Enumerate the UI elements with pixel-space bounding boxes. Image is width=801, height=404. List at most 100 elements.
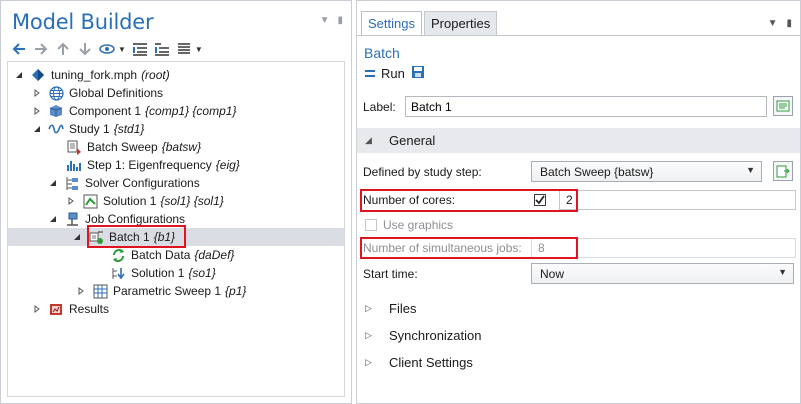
model-file-icon (30, 67, 46, 83)
globe-icon (48, 85, 64, 101)
pane-menu-icon[interactable]: ▼ (768, 18, 778, 29)
tree-item-tag: {std1} (113, 122, 145, 136)
start-time-row: Start time: Now ▼ (363, 263, 794, 285)
tree-item-batch-solution-1[interactable]: Solution 1 {so1} (110, 264, 216, 282)
number-of-cores-input[interactable]: 2 (559, 190, 796, 210)
dropdown-value: Now (540, 266, 565, 281)
tree-item-label: Component 1 (69, 104, 142, 118)
run-button[interactable]: Run (381, 66, 405, 81)
tree-item-batch-1[interactable]: Batch 1 {b1} (8, 228, 344, 246)
collapse-toggle-icon[interactable] (48, 178, 58, 188)
collapse-all-icon[interactable] (132, 41, 148, 57)
tree-item-tag: {batsw} (161, 140, 202, 154)
tree-item-component-1[interactable]: Component 1 {comp1} {comp1} (32, 102, 236, 120)
model-builder-toolbar: ▼ ▼ (11, 39, 203, 59)
number-of-cores-value: 2 (566, 193, 573, 207)
expand-arrow-icon: ▷ (365, 357, 372, 367)
start-time-dropdown[interactable]: Now ▼ (531, 263, 794, 284)
label-input[interactable] (405, 96, 767, 117)
tree-item-label: Results (69, 302, 110, 316)
tree-item-results[interactable]: Results (32, 300, 113, 318)
section-general[interactable]: ◢ General (357, 128, 800, 153)
label-details-button[interactable] (773, 96, 793, 116)
list-view-dropdown-icon[interactable]: ▼ (195, 45, 203, 54)
solution-store-icon (110, 265, 126, 281)
expand-arrow-icon: ▷ (365, 303, 372, 313)
model-tree: tuning_fork.mph (root) Global Definition… (7, 61, 345, 397)
number-of-cores-checkbox[interactable] (534, 194, 546, 206)
expand-toggle-icon[interactable] (32, 106, 42, 116)
go-to-source-button[interactable] (773, 161, 793, 181)
list-view-icon[interactable] (176, 41, 192, 57)
run-toolbar: Run (365, 65, 425, 82)
simultaneous-jobs-value: 8 (538, 241, 545, 255)
pane-pin-icon[interactable]: ▮ (786, 18, 792, 29)
use-graphics-label: Use graphics (383, 218, 454, 232)
forward-arrow-icon[interactable] (33, 41, 49, 57)
tree-item-label: tuning_fork.mph (51, 68, 138, 82)
expand-toggle-icon[interactable] (76, 286, 86, 296)
tree-item-global-definitions[interactable]: Global Definitions (32, 84, 167, 102)
defined-by-dropdown[interactable]: Batch Sweep {batsw} ▼ (531, 161, 762, 182)
tree-item-tag: {b1} (153, 230, 176, 244)
tree-item-batch-sweep[interactable]: Batch Sweep {batsw} (66, 138, 201, 156)
run-icon[interactable] (365, 70, 375, 77)
tree-item-tag: {p1} (225, 284, 247, 298)
tree-item-parametric-sweep-1[interactable]: Parametric Sweep 1 {p1} (76, 282, 246, 300)
simultaneous-jobs-input[interactable]: 8 (531, 238, 796, 258)
tree-item-label: Step 1: Eigenfrequency (87, 158, 212, 172)
study-icon (48, 121, 64, 137)
section-synchronization[interactable]: ▷ Synchronization (357, 323, 800, 348)
tree-item-step-1-eigenfrequency[interactable]: Step 1: Eigenfrequency {eig} (66, 156, 240, 174)
refresh-icon (110, 247, 126, 263)
eigenfrequency-icon (66, 157, 82, 173)
tree-item-tag: (root) (141, 68, 170, 82)
results-icon (48, 301, 64, 317)
simultaneous-jobs-label: Number of simultaneous jobs: (363, 241, 522, 255)
tab-divider (357, 35, 800, 36)
tree-item-tag: {eig} (215, 158, 240, 172)
section-client-settings[interactable]: ▷ Client Settings (357, 350, 800, 375)
back-arrow-icon[interactable] (11, 41, 27, 57)
collapse-toggle-icon[interactable] (14, 70, 24, 80)
pane-menu-icon[interactable]: ▼ (320, 15, 330, 26)
move-down-icon[interactable] (77, 41, 93, 57)
parametric-sweep-icon (92, 283, 108, 299)
defined-by-row: Defined by study step: Batch Sweep {bats… (363, 161, 794, 183)
tree-item-tag: {so1} (188, 266, 216, 280)
dropdown-value: Batch Sweep {batsw} (540, 164, 654, 179)
expand-toggle-icon[interactable] (32, 304, 42, 314)
expand-toggle-icon[interactable] (32, 88, 42, 98)
tab-settings[interactable]: Settings (361, 11, 422, 35)
collapse-toggle-icon[interactable] (48, 214, 58, 224)
use-graphics-checkbox[interactable] (365, 219, 377, 231)
node-title: Batch (364, 45, 400, 61)
tree-item-study-1[interactable]: Study 1 {std1} (32, 120, 144, 138)
tree-item-label: Global Definitions (69, 86, 164, 100)
tree-item-root[interactable]: tuning_fork.mph (root) (14, 66, 170, 84)
simultaneous-jobs-row: Number of simultaneous jobs: 8 (363, 237, 796, 259)
collapse-toggle-icon[interactable] (32, 124, 42, 134)
expand-toggle-icon[interactable] (66, 196, 76, 206)
label-row: Label: (363, 96, 767, 117)
tree-item-job-configurations[interactable]: Job Configurations (48, 210, 189, 228)
tree-item-batch-data[interactable]: Batch Data {daDef} (110, 246, 234, 264)
tree-item-solver-configurations[interactable]: Solver Configurations (48, 174, 204, 192)
save-icon[interactable] (411, 65, 425, 82)
pane-pin-icon[interactable]: ▮ (337, 15, 343, 26)
solver-configurations-icon (64, 175, 80, 191)
expand-arrow-icon: ▷ (365, 330, 372, 340)
number-of-cores-row: Number of cores: 2 (363, 189, 796, 211)
collapse-toggle-icon[interactable] (72, 232, 82, 242)
use-graphics-row: Use graphics (363, 214, 794, 236)
settings-pane: Settings Properties ▼ ▮ Batch Run Label:… (356, 0, 801, 404)
collapse-arrow-icon: ◢ (365, 135, 372, 145)
show-icon[interactable] (99, 41, 115, 57)
tree-item-solution-1[interactable]: Solution 1 {sol1} {sol1} (66, 192, 224, 210)
section-files[interactable]: ▷ Files (357, 296, 800, 321)
move-up-icon[interactable] (55, 41, 71, 57)
expand-all-icon[interactable] (154, 41, 170, 57)
tab-properties[interactable]: Properties (423, 11, 498, 35)
show-dropdown-icon[interactable]: ▼ (118, 45, 126, 54)
label-field-label: Label: (363, 99, 396, 114)
